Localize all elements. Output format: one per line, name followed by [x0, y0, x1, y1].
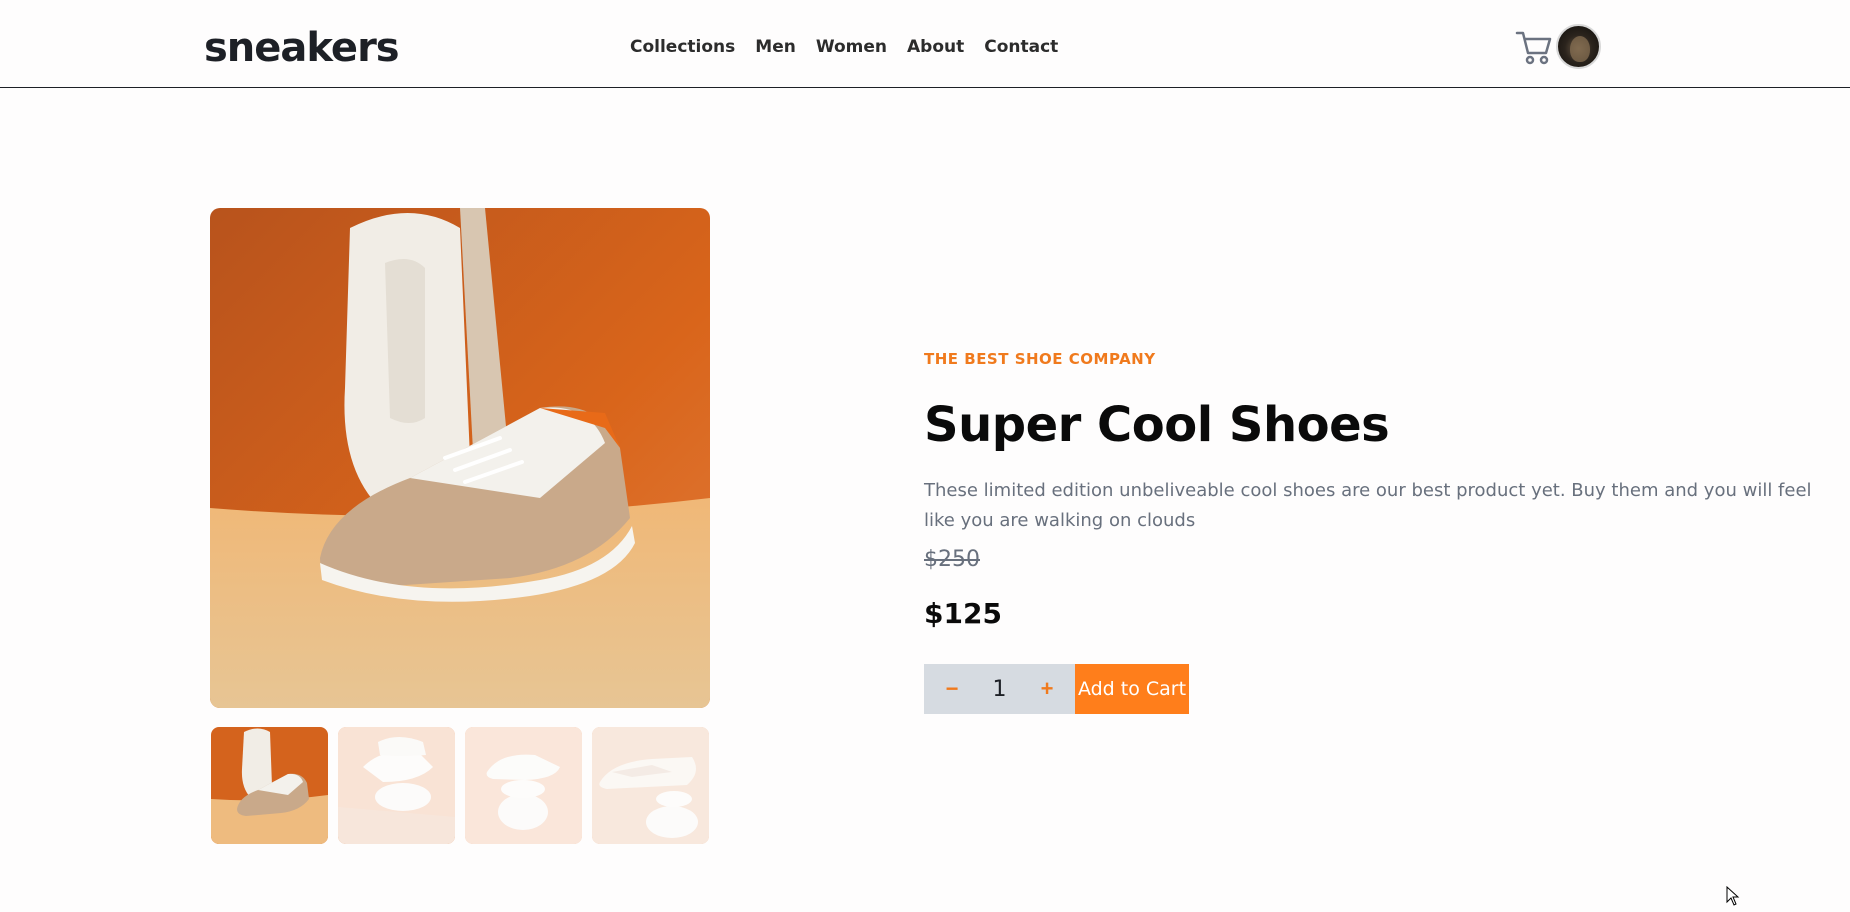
thumbnail-3[interactable]: [465, 727, 582, 844]
decrease-quantity-button[interactable]: −: [944, 676, 960, 702]
main-nav: Collections Men Women About Contact: [630, 36, 1058, 58]
avatar[interactable]: [1556, 24, 1601, 69]
original-price: $250: [924, 547, 980, 572]
site-header: sneakers Collections Men Women About Con…: [0, 0, 1850, 88]
company-label: THE BEST SHOE COMPANY: [924, 350, 1156, 368]
nav-about[interactable]: About: [907, 36, 964, 58]
main-product-image[interactable]: [210, 208, 710, 708]
thumbnail-2[interactable]: [338, 727, 455, 844]
quantity-stepper: − 1 +: [924, 664, 1075, 714]
mouse-cursor-icon: [1726, 885, 1740, 906]
product-title: Super Cool Shoes: [924, 397, 1390, 453]
add-to-cart-button[interactable]: Add to Cart: [1075, 664, 1189, 714]
thumbnail-1[interactable]: [211, 727, 328, 844]
increase-quantity-button[interactable]: +: [1039, 676, 1055, 702]
nav-collections[interactable]: Collections: [630, 36, 735, 58]
product-description: These limited edition unbeliveable cool …: [924, 480, 1812, 531]
product-page: sneakers Collections Men Women About Con…: [0, 0, 1850, 912]
nav-men[interactable]: Men: [755, 36, 796, 58]
cart-icon[interactable]: [1514, 27, 1554, 67]
quantity-value: 1: [992, 676, 1007, 702]
nav-women[interactable]: Women: [816, 36, 887, 58]
thumbnail-strip: [211, 727, 709, 844]
nav-contact[interactable]: Contact: [984, 36, 1058, 58]
logo[interactable]: sneakers: [204, 24, 400, 72]
current-price: $125: [924, 597, 1002, 630]
thumbnail-4[interactable]: [592, 727, 709, 844]
